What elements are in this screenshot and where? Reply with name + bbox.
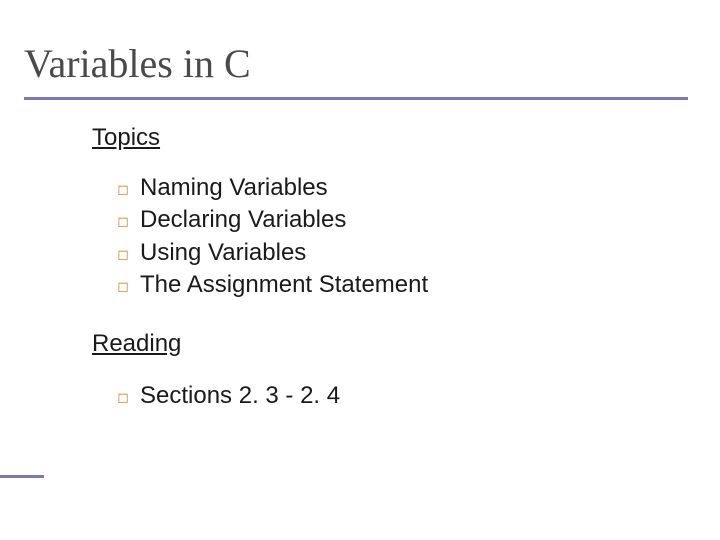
list-item-label: Declaring Variables	[140, 204, 346, 236]
list-item: ◻ Naming Variables	[116, 172, 720, 204]
bullet-icon: ◻	[116, 277, 130, 296]
section-heading-reading: Reading	[92, 330, 720, 358]
list-item: ◻ The Assignment Statement	[116, 269, 720, 301]
bullet-icon: ◻	[116, 245, 130, 264]
footer-accent-bar	[0, 475, 44, 478]
topics-list: ◻ Naming Variables ◻ Declaring Variables…	[92, 172, 720, 302]
slide: Variables in C Topics ◻ Naming Variables…	[0, 0, 720, 540]
list-item-label: The Assignment Statement	[140, 269, 428, 301]
list-item-label: Using Variables	[140, 237, 306, 269]
list-item: ◻ Using Variables	[116, 237, 720, 269]
bullet-icon: ◻	[116, 388, 130, 407]
section-heading-topics: Topics	[92, 124, 720, 152]
list-item-label: Naming Variables	[140, 172, 328, 204]
bullet-icon: ◻	[116, 180, 130, 199]
reading-list: ◻ Sections 2. 3 - 2. 4	[92, 380, 720, 412]
slide-body: Topics ◻ Naming Variables ◻ Declaring Va…	[0, 100, 720, 412]
slide-title: Variables in C	[0, 40, 720, 97]
list-item: ◻ Sections 2. 3 - 2. 4	[116, 380, 720, 412]
bullet-icon: ◻	[116, 212, 130, 231]
list-item: ◻ Declaring Variables	[116, 204, 720, 236]
list-item-label: Sections 2. 3 - 2. 4	[140, 380, 340, 412]
